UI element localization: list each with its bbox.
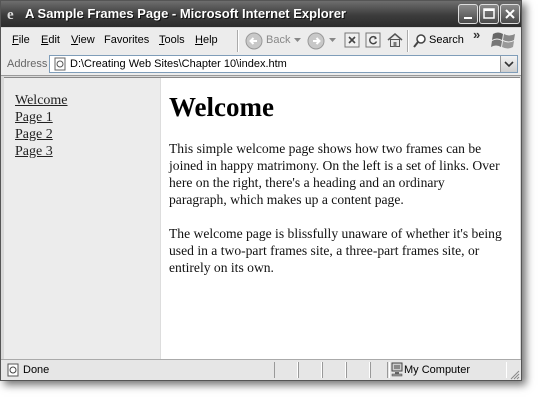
back-dropdown-icon	[294, 38, 301, 42]
forward-dropdown-icon	[329, 38, 336, 42]
windows-logo-icon	[491, 32, 515, 49]
status-panel	[346, 362, 370, 378]
menu-favorites[interactable]: Favorites	[104, 34, 149, 46]
ie-logo-icon: e	[7, 7, 14, 21]
address-url: D:\Creating Web Sites\Chapter 10\index.h…	[70, 58, 287, 70]
page-done-icon	[7, 363, 19, 377]
browser-window: e A Sample Frames Page - Microsoft Inter…	[0, 0, 522, 381]
forward-button[interactable]	[307, 31, 337, 51]
svg-text:e: e	[7, 7, 14, 21]
status-text: Done	[23, 364, 50, 376]
my-computer-icon	[391, 362, 403, 377]
left-frame: Welcome Page 1 Page 2 Page 3	[4, 78, 161, 360]
menu-edit[interactable]: Edit	[41, 34, 60, 46]
address-label: Address	[7, 58, 48, 70]
intro-paragraph: This simple welcome page shows how two f…	[169, 141, 500, 207]
right-frame: Welcome This simple welcome page shows h…	[161, 78, 520, 360]
address-dropdown-button[interactable]	[500, 56, 517, 72]
menu-bar: File Edit View Favorites Tools Help Back	[1, 27, 521, 55]
status-panel	[274, 362, 298, 378]
page-heading: Welcome	[169, 92, 274, 122]
content-area: Welcome Page 1 Page 2 Page 3 Welcome Thi…	[4, 77, 520, 360]
maximize-icon	[483, 8, 495, 19]
back-label: Back	[266, 34, 291, 46]
toolbar-overflow-chevron[interactable]: »	[473, 27, 480, 42]
status-bar: Done My Computer	[1, 359, 521, 380]
toolbar-separator	[407, 30, 409, 52]
window-title: A Sample Frames Page - Microsoft Interne…	[25, 6, 346, 21]
link-page-3[interactable]: Page 3	[15, 144, 53, 160]
back-arrow-icon	[245, 32, 263, 50]
link-page-1[interactable]: Page 1	[15, 110, 53, 126]
menu-help[interactable]: Help	[195, 34, 218, 46]
second-paragraph: The welcome page is blissfully unaware o…	[169, 226, 502, 275]
back-button[interactable]: Back	[245, 31, 303, 51]
address-input[interactable]: D:\Creating Web Sites\Chapter 10\index.h…	[49, 55, 518, 73]
close-button[interactable]	[500, 4, 520, 24]
menu-file[interactable]: File	[12, 34, 30, 46]
minimize-icon	[464, 17, 472, 19]
stop-icon[interactable]	[344, 31, 360, 51]
address-bar: Address D:\Creating Web Sites\Chapter 10…	[1, 54, 521, 76]
search-button[interactable]: Search	[412, 31, 464, 51]
link-page-2[interactable]: Page 2	[15, 127, 53, 143]
search-icon	[413, 34, 426, 48]
page-icon	[54, 57, 66, 71]
forward-arrow-icon	[307, 32, 325, 50]
resize-grip-icon[interactable]	[508, 368, 520, 380]
minimize-button[interactable]	[458, 4, 478, 24]
close-icon	[505, 9, 515, 19]
status-panel	[322, 362, 346, 378]
status-panel	[298, 362, 322, 378]
link-welcome[interactable]: Welcome	[15, 93, 68, 109]
menu-view[interactable]: View	[71, 34, 95, 46]
menu-tools[interactable]: Tools	[159, 34, 185, 46]
refresh-icon[interactable]	[365, 31, 381, 51]
home-icon[interactable]	[386, 31, 404, 51]
maximize-button[interactable]	[479, 4, 499, 24]
search-label: Search	[429, 34, 464, 46]
security-zone-label: My Computer	[404, 364, 471, 376]
title-bar[interactable]: e A Sample Frames Page - Microsoft Inter…	[1, 1, 521, 27]
toolbar-separator	[237, 30, 239, 52]
chevron-down-icon	[504, 61, 514, 68]
